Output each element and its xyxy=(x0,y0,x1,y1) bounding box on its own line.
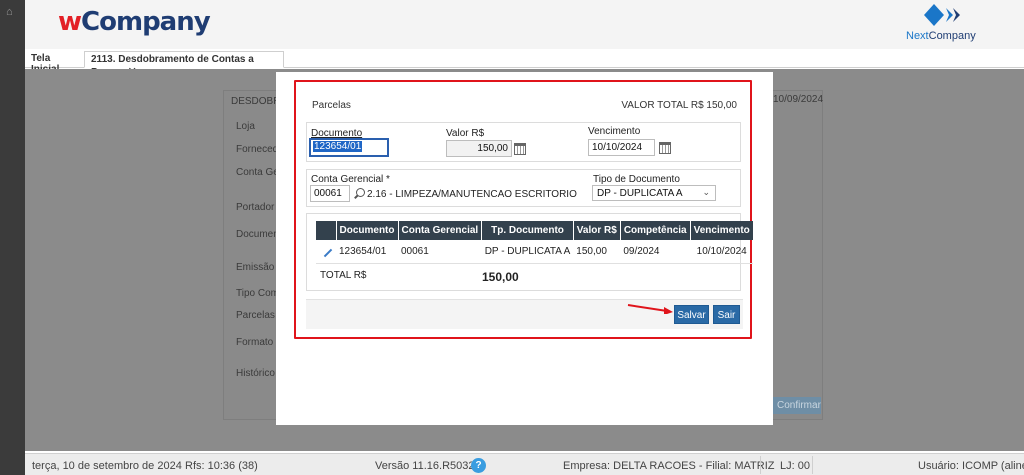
conta-gerencial-description: 2.16 - LIMPEZA/MANUTENCAO ESCRITORIO xyxy=(367,189,577,200)
tab-bar: Tela Inicial 2113. Desdobramento de Cont… xyxy=(25,49,1024,78)
bg-label: Loja xyxy=(236,121,255,132)
bg-label: Portador xyxy=(236,202,275,213)
bg-label: Formato xyxy=(236,337,274,348)
status-version: Versão 11.16.R5032 xyxy=(375,460,475,472)
status-empresa: Empresa: DELTA RACOES - Filial: MATRIZ xyxy=(563,460,775,472)
documento-value: 123654/01 xyxy=(313,141,363,152)
nextcompany-wordmark: NextCompany xyxy=(906,30,976,42)
documento-input[interactable]: 123654/01 xyxy=(309,138,389,157)
table-header-row: Documento Conta Gerencial Tp. Documento … xyxy=(316,221,754,240)
column-header[interactable]: Tp. Documento xyxy=(481,221,574,240)
status-usuario: Usuário: ICOMP (aline) xyxy=(918,460,1024,472)
wcompany-logo: wCompany xyxy=(58,7,211,37)
nextcompany-next: Next xyxy=(906,30,929,42)
valor-label: Valor R$ xyxy=(446,128,485,139)
status-divider xyxy=(760,456,761,474)
edit-cell[interactable] xyxy=(316,240,336,264)
column-header[interactable]: Documento xyxy=(336,221,399,240)
nextcompany-company: Company xyxy=(928,30,976,42)
pencil-icon[interactable] xyxy=(323,248,333,257)
bg-label: Histórico xyxy=(236,368,275,379)
status-rfs: Rfs: 10:36 (38) xyxy=(185,460,258,472)
conta-gerencial-code-input[interactable]: 00061 xyxy=(310,185,350,202)
modal-title: Parcelas xyxy=(312,100,351,111)
column-header[interactable]: Conta Gerencial xyxy=(398,221,483,240)
column-header[interactable]: Competência xyxy=(620,221,691,240)
bg-label: Tipo Com xyxy=(236,288,279,299)
search-icon[interactable] xyxy=(356,188,365,197)
status-date: terça, 10 de setembro de 2024 xyxy=(32,460,182,472)
save-button[interactable]: Salvar xyxy=(674,305,709,324)
bg-label: Document xyxy=(236,229,282,240)
left-rail: ⌂ xyxy=(0,0,25,475)
tipo-documento-select[interactable]: DP - DUPLICATA A ⌄ xyxy=(592,185,716,201)
conta-gerencial-label: Conta Gerencial * xyxy=(311,174,390,185)
logo-w: w xyxy=(58,7,82,37)
column-header[interactable]: Vencimento xyxy=(690,221,754,240)
valor-total: VALOR TOTAL R$ 150,00 xyxy=(621,100,737,111)
nextcompany-mark-icon xyxy=(924,4,960,26)
nextcompany-logo: NextCompany xyxy=(906,4,976,44)
vencimento-input[interactable]: 10/10/2024 xyxy=(588,139,655,156)
tipo-documento-label: Tipo de Documento xyxy=(593,174,680,185)
status-lj: LJ: 00 xyxy=(780,460,810,472)
calendar-icon[interactable] xyxy=(659,142,671,154)
total-label: TOTAL R$ xyxy=(320,270,367,281)
arrow-icon xyxy=(627,304,673,314)
total-value: 150,00 xyxy=(482,270,519,284)
status-divider xyxy=(812,456,813,474)
bg-date: 10/09/2024 xyxy=(773,94,824,105)
help-icon[interactable]: ? xyxy=(471,458,486,473)
cell-tipo: DP - DUPLICATA A xyxy=(481,240,574,264)
chevron-down-icon: ⌄ xyxy=(702,187,710,197)
column-header xyxy=(316,221,337,240)
bg-label: Parcelas xyxy=(236,310,275,321)
cell-documento: 123654/01 xyxy=(336,240,398,264)
bg-label: Emissão xyxy=(236,262,275,273)
cell-conta: 00061 xyxy=(398,240,482,264)
bg-confirm-button: Confirmar xyxy=(773,397,821,414)
table-row[interactable]: 123654/01 00061 DP - DUPLICATA A 150,00 … xyxy=(316,240,754,264)
column-header[interactable]: Valor R$ xyxy=(573,221,621,240)
vencimento-label: Vencimento xyxy=(588,126,641,137)
status-bar: terça, 10 de setembro de 2024 Rfs: 10:36… xyxy=(25,453,1024,475)
tab-tela-inicial[interactable]: Tela Inicial xyxy=(25,51,83,75)
home-icon[interactable]: ⌂ xyxy=(6,6,13,18)
valor-input[interactable]: 150,00 xyxy=(446,140,512,157)
exit-button[interactable]: Sair xyxy=(713,305,740,324)
tipo-documento-value: DP - DUPLICATA A xyxy=(597,188,683,199)
cell-vencimento: 10/10/2024 xyxy=(690,240,754,264)
calculator-icon[interactable] xyxy=(514,143,526,155)
logo-company: Company xyxy=(81,7,211,37)
parcelas-table: Documento Conta Gerencial Tp. Documento … xyxy=(316,221,754,264)
cell-valor: 150,00 xyxy=(573,240,621,264)
cell-competencia: 09/2024 xyxy=(620,240,691,264)
tab-desdobramento[interactable]: 2113. Desdobramento de Contas a Pagar ✕ xyxy=(84,51,284,78)
app-header: wCompany NextCompany xyxy=(25,0,1024,49)
